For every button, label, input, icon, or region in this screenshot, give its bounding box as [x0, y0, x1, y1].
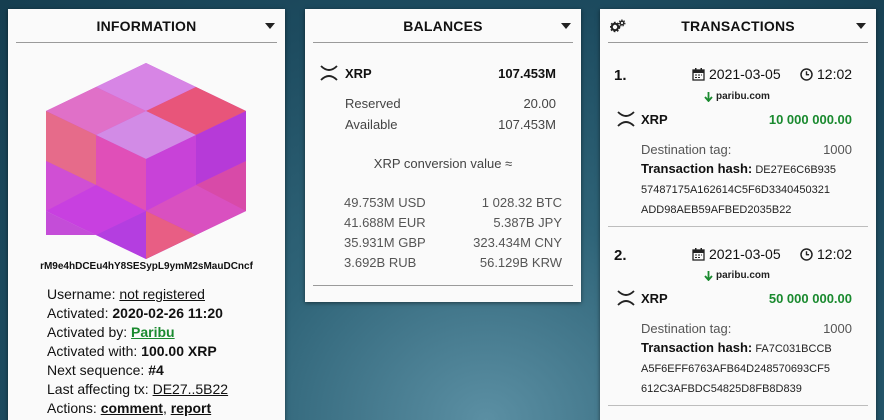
tx-hash[interactable]: Transaction hash: FA7C031BCCB A5F6EFF676…: [641, 338, 861, 399]
conversion-title: XRP conversion value ≈: [373, 156, 513, 171]
balances-title: BALANCES: [403, 17, 483, 34]
tx-divider: [608, 226, 868, 227]
balances-divider: [313, 285, 573, 286]
last-tx-row: Last affecting tx: DE27..5B22: [47, 381, 229, 397]
tx-date: 2021-03-05: [692, 66, 781, 82]
conversion-table: 49.753M USD 1 028.32 BTC 41.688M EUR 5.387…: [344, 195, 562, 275]
caret-down-icon[interactable]: [856, 23, 866, 29]
tx-number: 2.: [614, 247, 627, 264]
tx-dest-tag-label: Destination tag:: [641, 321, 732, 336]
tx-currency: XRP: [641, 291, 668, 306]
account-address[interactable]: rM9e4hDCEu4hY8SESypL9ymM2sMauDCncf: [8, 261, 285, 272]
account-details: Username: not registered Activated: 2020…: [47, 285, 228, 418]
tx-number: 1.: [614, 67, 627, 84]
username-row: Username: not registered: [47, 286, 205, 302]
transactions-title: TRANSACTIONS: [681, 17, 795, 34]
next-sequence-row: Next sequence: #4: [47, 362, 164, 378]
activated-by-link[interactable]: Paribu: [131, 324, 175, 340]
tx-date: 2021-03-05: [692, 246, 781, 262]
tx-time: 12:02: [800, 246, 852, 262]
activated-with-amount: 100.00 XRP: [141, 343, 217, 359]
clock-icon: [800, 247, 813, 261]
identicon-image: [46, 63, 246, 259]
calendar-icon: [692, 247, 705, 261]
clock-icon: [800, 67, 813, 81]
caret-down-icon[interactable]: [561, 23, 571, 29]
arrow-down-icon: [704, 270, 713, 281]
tx-dest-tag-label: Destination tag:: [641, 142, 732, 157]
reserved-label: Reserved: [345, 96, 401, 111]
activated-row: Activated: 2020-02-26 11:20: [47, 305, 223, 321]
calendar-icon: [692, 67, 705, 81]
comment-link[interactable]: comment: [101, 400, 163, 416]
xrp-logo-icon: [617, 290, 635, 306]
report-link[interactable]: report: [171, 400, 211, 416]
tx-dest-tag-value: 1000: [823, 321, 852, 336]
balance-currency: XRP: [345, 66, 372, 81]
tx-dest-tag-value: 1000: [823, 142, 852, 157]
balances-panel: BALANCES XRP 107.453M Reserved 20.00 Ava…: [305, 9, 581, 302]
tx-source[interactable]: paribu.com: [704, 91, 770, 102]
available-label: Available: [345, 117, 398, 132]
actions-row: Actions: comment, report: [47, 400, 212, 416]
transactions-header: TRANSACTIONS: [608, 9, 868, 43]
tx-divider: [608, 405, 868, 406]
caret-down-icon[interactable]: [265, 23, 275, 29]
tx-hash[interactable]: Transaction hash: DE27E6C6B935 57487175A…: [641, 159, 861, 220]
conversion-row: 41.688M EUR 5.387B JPY: [344, 215, 562, 230]
tx-time: 12:02: [800, 66, 852, 82]
activated-by-row: Activated by: Paribu: [47, 324, 175, 340]
activated-with-row: Activated with: 100.00 XRP: [47, 343, 217, 359]
balance-total: 107.453M: [498, 66, 556, 81]
information-title: INFORMATION: [96, 17, 197, 34]
transactions-panel: TRANSACTIONS 1. 2021-03-05 12:02 paribu.…: [600, 9, 876, 420]
gears-icon[interactable]: [610, 19, 626, 33]
arrow-down-icon: [704, 91, 713, 102]
xrp-logo-icon: [617, 111, 635, 127]
last-tx-link[interactable]: DE27..5B22: [153, 381, 229, 397]
balances-header: BALANCES: [313, 9, 573, 43]
information-header: INFORMATION: [16, 9, 277, 43]
xrp-logo-icon: [320, 65, 338, 81]
conversion-row: 35.931M GBP 323.434M CNY: [344, 235, 562, 250]
tx-source[interactable]: paribu.com: [704, 270, 770, 281]
conversion-row: 3.692B RUB 56.129B KRW: [344, 255, 562, 270]
activated-date: 2020-02-26 11:20: [112, 305, 223, 321]
tx-amount: 10 000 000.00: [768, 112, 852, 127]
conversion-row: 49.753M USD 1 028.32 BTC: [344, 195, 562, 210]
tx-amount: 50 000 000.00: [768, 291, 852, 306]
reserved-value: 20.00: [523, 96, 556, 111]
information-panel: INFORMATION rM9e4hDCEu4hY8SESypL9ymM2sMa…: [8, 9, 285, 420]
tx-currency: XRP: [641, 112, 668, 127]
next-sequence-value: #4: [148, 362, 164, 378]
username-link[interactable]: not registered: [119, 286, 205, 302]
available-value: 107.453M: [498, 117, 556, 132]
